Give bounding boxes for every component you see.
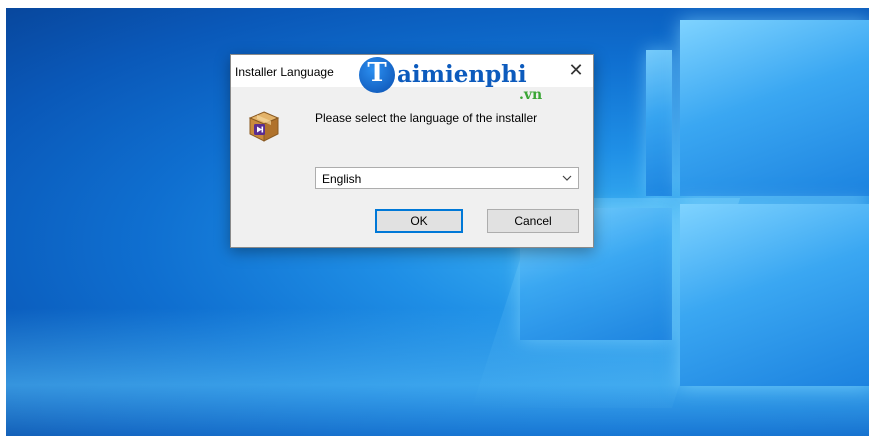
chevron-down-icon: [562, 175, 572, 181]
close-button[interactable]: ✕: [563, 59, 589, 83]
dialog-title: Installer Language: [235, 65, 334, 79]
language-prompt: Please select the language of the instal…: [315, 111, 538, 125]
installer-language-dialog: Installer Language ✕ T aimienphi .vn Ple…: [230, 54, 594, 248]
taimienphi-logo-icon: T: [359, 57, 395, 93]
windows-logo-pane-top-right: [680, 20, 869, 196]
language-select[interactable]: English: [315, 167, 579, 189]
windows-logo-pane-bottom-right: [680, 204, 869, 386]
ok-button[interactable]: OK: [375, 209, 463, 233]
close-icon: ✕: [568, 60, 584, 80]
language-select-value: English: [322, 172, 362, 186]
cancel-button[interactable]: Cancel: [487, 209, 579, 233]
windows-logo-pane-top-left: [646, 50, 672, 196]
package-icon: [248, 111, 280, 142]
